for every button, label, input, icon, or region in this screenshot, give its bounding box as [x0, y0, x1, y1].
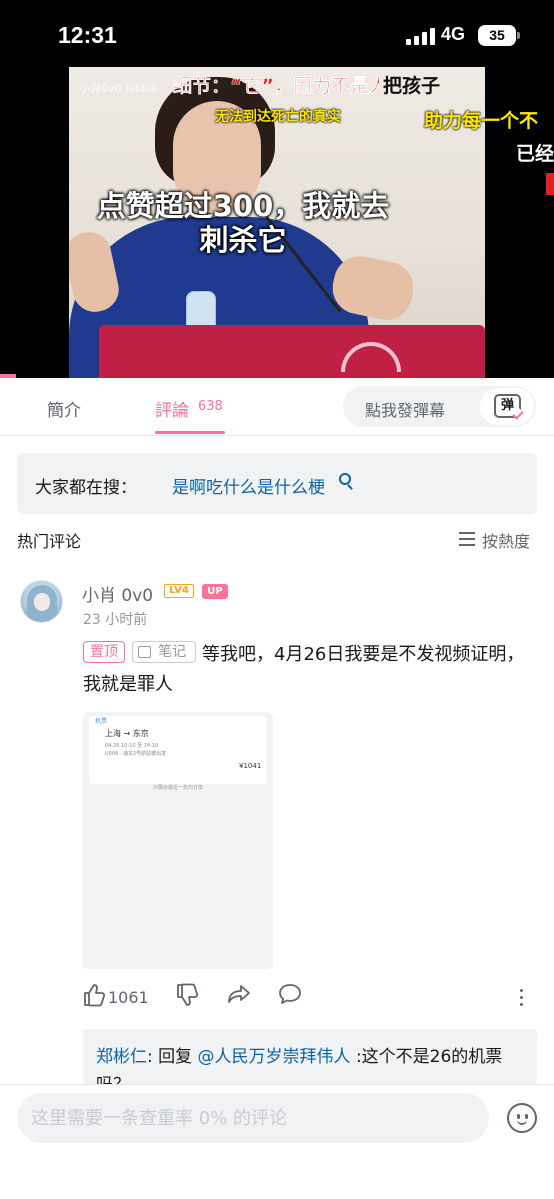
- video-podium: [99, 325, 485, 378]
- ticket-price: ¥1041: [239, 762, 262, 770]
- ticket-detail: U006 · 浦东2号航站楼出发: [105, 751, 167, 757]
- reply-verb: : 回复: [147, 1047, 198, 1067]
- search-suggestion[interactable]: 大家都在搜： 是啊吃什么是什么梗: [17, 453, 537, 514]
- tab-bar: 簡介 評論 638 點我發彈幕 弹: [0, 378, 554, 436]
- tab-comments-count: 638: [198, 399, 223, 414]
- status-time: 12:31: [58, 22, 117, 48]
- sort-icon[interactable]: [459, 532, 475, 546]
- battery-icon: 35: [478, 25, 516, 46]
- send-danmaku-button[interactable]: 點我發彈幕 弹: [343, 386, 536, 427]
- ticket-time: 04-26 10:10 至 14:10: [105, 743, 159, 749]
- reply-text: 郑彬仁: 回复 @人民万岁崇拜伟人 :这个不是26的机票吗？: [96, 1043, 531, 1085]
- ticket-app: 机票: [95, 718, 108, 725]
- more-icon[interactable]: [520, 987, 524, 1007]
- reply-preview[interactable]: 郑彬仁: 回复 @人民万岁崇拜伟人 :这个不是26的机票吗？: [83, 1029, 537, 1085]
- video-danmaku-red-fragment: [546, 173, 554, 195]
- ticket-route: 上海 → 东京: [105, 729, 149, 738]
- search-suggestion-prefix: 大家都在搜：: [35, 478, 137, 498]
- level-badge: LV4: [164, 584, 194, 598]
- ticket-footer: 只展示最近一年内订单: [152, 785, 203, 791]
- signal-icon: [406, 27, 436, 45]
- pinned-badge: 置顶: [83, 641, 125, 663]
- sort-button[interactable]: 按熱度: [482, 528, 530, 552]
- comment-time: 23 小时前: [83, 612, 148, 628]
- network-type: 4G: [441, 24, 466, 44]
- battery-tip: [517, 32, 520, 39]
- comment-input[interactable]: [17, 1093, 489, 1143]
- like-icon[interactable]: [83, 983, 105, 1007]
- comment-username[interactable]: 小肖 0v0: [82, 581, 153, 606]
- tab-comments[interactable]: 評論: [155, 396, 189, 421]
- comment-image[interactable]: 机票 上海 → 东京 04-26 10:10 至 14:10 U006 · 浦东…: [83, 712, 273, 969]
- status-bar: 12:31 4G 35: [0, 0, 554, 66]
- like-count: 1061: [108, 988, 149, 1007]
- video-watermark: 小肖0v0 bilibili: [79, 82, 158, 95]
- comment-actions: 1061: [83, 983, 543, 1011]
- video-caption-main: 点赞超过300，我就去刺杀它: [96, 189, 390, 257]
- video-danmaku-yellow: 助力每一个不: [424, 110, 539, 132]
- emoji-icon[interactable]: [507, 1103, 537, 1133]
- ticket-card: 机票 上海 → 东京 04-26 10:10 至 14:10 U006 · 浦东…: [89, 716, 267, 784]
- dislike-icon[interactable]: [176, 983, 198, 1007]
- video-caption-red: 细节：“它”，因为不是人: [173, 75, 388, 97]
- video-caption-black: 把孩子: [383, 75, 441, 97]
- reply-username[interactable]: 郑彬仁: [96, 1047, 147, 1067]
- send-danmaku-label: 點我發彈幕: [365, 401, 446, 420]
- search-icon: [339, 473, 351, 485]
- reply-mention[interactable]: @人民万岁崇拜伟人: [198, 1047, 351, 1067]
- comment-input-bar: [0, 1084, 554, 1199]
- video-player[interactable]: 12:31 4G 35 小肖0v0 bilibili 细节：“它”，因为不是人 …: [0, 0, 554, 378]
- tab-active-indicator: [155, 431, 225, 434]
- tab-intro[interactable]: 簡介: [47, 396, 81, 421]
- note-label: 笔记: [158, 644, 186, 660]
- hot-comments-title: 热门评论: [17, 532, 82, 551]
- avatar[interactable]: [20, 580, 63, 623]
- up-badge: UP: [202, 584, 228, 599]
- video-danmaku-white: 已经: [516, 143, 554, 165]
- video-caption-yellow-small: 无法到达死亡的真实: [215, 109, 341, 125]
- share-icon[interactable]: [227, 983, 251, 1005]
- danmaku-toggle[interactable]: 弹: [480, 388, 534, 425]
- reply-icon[interactable]: [278, 983, 302, 1005]
- note-icon: [138, 646, 151, 658]
- search-suggestion-term[interactable]: 是啊吃什么是什么梗: [172, 473, 325, 498]
- note-badge[interactable]: 笔记: [132, 641, 196, 663]
